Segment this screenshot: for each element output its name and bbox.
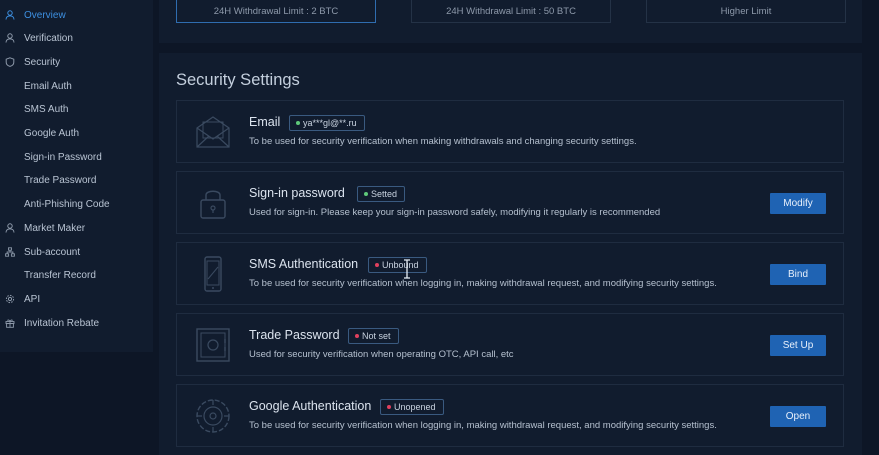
- sidebar-item-label: Trade Password: [24, 174, 97, 186]
- row-description: Used for sign-in. Please keep your sign-…: [249, 207, 661, 218]
- security-settings-panel: Security Settings Email ya***gl@**.ru To…: [159, 53, 862, 455]
- sidebar-item-security[interactable]: Security: [0, 50, 153, 74]
- sidebar-item-label: Sign-in Password: [24, 151, 102, 163]
- limit-level-3[interactable]: Higher Limit: [646, 0, 846, 23]
- row-title: Google Authentication: [249, 399, 372, 413]
- phone-icon: [194, 255, 232, 293]
- sidebar-item-label: Invitation Rebate: [24, 317, 100, 329]
- status-badge-text: Not set: [362, 331, 391, 341]
- sidebar-item-label: Security: [24, 56, 61, 68]
- security-row-sign-in-password: Sign-in password Setted Used for sign-in…: [176, 171, 844, 234]
- envelope-icon: [194, 113, 232, 151]
- sidebar-item-market-maker[interactable]: Market Maker: [0, 216, 153, 240]
- lock-icon: [194, 184, 232, 222]
- set-up-button[interactable]: Set Up: [770, 335, 826, 356]
- sidebar-item-label: API: [24, 293, 41, 305]
- status-dot: [364, 192, 368, 196]
- open-button[interactable]: Open: [770, 406, 826, 427]
- status-badge-text: ya***gl@**.ru: [303, 118, 357, 128]
- sidebar-item-label: Email Auth: [24, 80, 72, 92]
- row-description: To be used for security verification whe…: [249, 136, 637, 147]
- sidebar-item-verification[interactable]: Verification: [0, 26, 153, 50]
- sidebar-item-google-auth[interactable]: Google Auth: [0, 121, 177, 145]
- sidebar-item-overview[interactable]: Overview: [0, 3, 153, 27]
- sidebar-item-trade-password[interactable]: Trade Password: [0, 168, 177, 192]
- sidebar-item-label: Google Auth: [24, 127, 80, 139]
- status-badge: ya***gl@**.ru: [289, 115, 365, 131]
- status-badge-text: Unopened: [394, 402, 436, 412]
- row-title: Email: [249, 115, 281, 129]
- status-badge: Setted: [357, 186, 406, 202]
- row-description: To be used for security verification whe…: [249, 420, 717, 431]
- status-badge: Unbound: [368, 257, 427, 273]
- gear-icon: [5, 294, 15, 304]
- row-title: SMS Authentication: [249, 257, 359, 271]
- security-row-trade-password: Trade Password Not set Used for security…: [176, 313, 844, 376]
- status-dot: [375, 263, 379, 267]
- user-icon: [5, 10, 15, 20]
- modify-button[interactable]: Modify: [770, 193, 826, 214]
- status-dot: [387, 405, 391, 409]
- limit-label: Higher Limit: [720, 5, 772, 17]
- row-description: Used for security verification when oper…: [249, 349, 514, 360]
- shield-icon: [5, 57, 15, 67]
- sidebar-item-label: Verification: [24, 32, 73, 44]
- status-badge-text: Setted: [371, 189, 398, 199]
- security-row-sms-authentication: SMS Authentication Unbound To be used fo…: [176, 242, 844, 305]
- status-dot: [296, 121, 300, 125]
- row-description: To be used for security verification whe…: [249, 278, 717, 289]
- user-icon: [5, 223, 15, 233]
- limit-label: 24H Withdrawal Limit : 50 BTC: [446, 5, 576, 17]
- limit-level-2[interactable]: 24H Withdrawal Limit : 50 BTC: [411, 0, 611, 23]
- sidebar-item-anti-phishing-code[interactable]: Anti-Phishing Code: [0, 192, 177, 216]
- page-title: Security Settings: [176, 71, 300, 89]
- status-dot: [355, 334, 359, 338]
- sidebar-item-sub-account[interactable]: Sub-account: [0, 240, 153, 264]
- sidebar-item-transfer-record[interactable]: Transfer Record: [0, 263, 177, 287]
- limit-level-1[interactable]: 24H Withdrawal Limit : 2 BTC: [176, 0, 376, 23]
- sitemap-icon: [5, 247, 15, 257]
- limit-label: 24H Withdrawal Limit : 2 BTC: [213, 5, 339, 17]
- sidebar-item-invitation-rebate[interactable]: Invitation Rebate: [0, 311, 153, 335]
- bind-button[interactable]: Bind: [770, 264, 826, 285]
- status-badge: Unopened: [380, 399, 444, 415]
- sidebar-item-label: SMS Auth: [24, 103, 69, 115]
- sidebar-item-label: Overview: [24, 9, 66, 21]
- sidebar-item-label: Sub-account: [24, 246, 81, 258]
- google-auth-icon: [194, 397, 232, 435]
- text-cursor-icon: [404, 259, 410, 279]
- sidebar-item-label: Market Maker: [24, 222, 86, 234]
- security-row-google-authentication: Google Authentication Unopened To be use…: [176, 384, 844, 447]
- safe-icon: [194, 326, 232, 364]
- sidebar-item-sign-in-password[interactable]: Sign-in Password: [0, 145, 177, 169]
- row-title: Trade Password: [249, 328, 340, 342]
- sidebar-item-sms-auth[interactable]: SMS Auth: [0, 97, 177, 121]
- sidebar-item-email-auth[interactable]: Email Auth: [0, 74, 177, 98]
- withdrawal-limits-panel: 24H Withdrawal Limit : 2 BTC 24H Withdra…: [159, 0, 862, 43]
- sidebar-item-label: Anti-Phishing Code: [24, 198, 110, 210]
- sidebar: Overview Verification Security Email Aut…: [0, 0, 153, 352]
- sidebar-item-api[interactable]: API: [0, 287, 153, 311]
- status-badge-text: Unbound: [382, 260, 419, 270]
- user-icon: [5, 33, 15, 43]
- security-row-email: Email ya***gl@**.ru To be used for secur…: [176, 100, 844, 163]
- row-title: Sign-in password: [249, 186, 345, 200]
- status-badge: Not set: [348, 328, 399, 344]
- sidebar-item-label: Transfer Record: [24, 269, 96, 281]
- gift-icon: [5, 318, 15, 328]
